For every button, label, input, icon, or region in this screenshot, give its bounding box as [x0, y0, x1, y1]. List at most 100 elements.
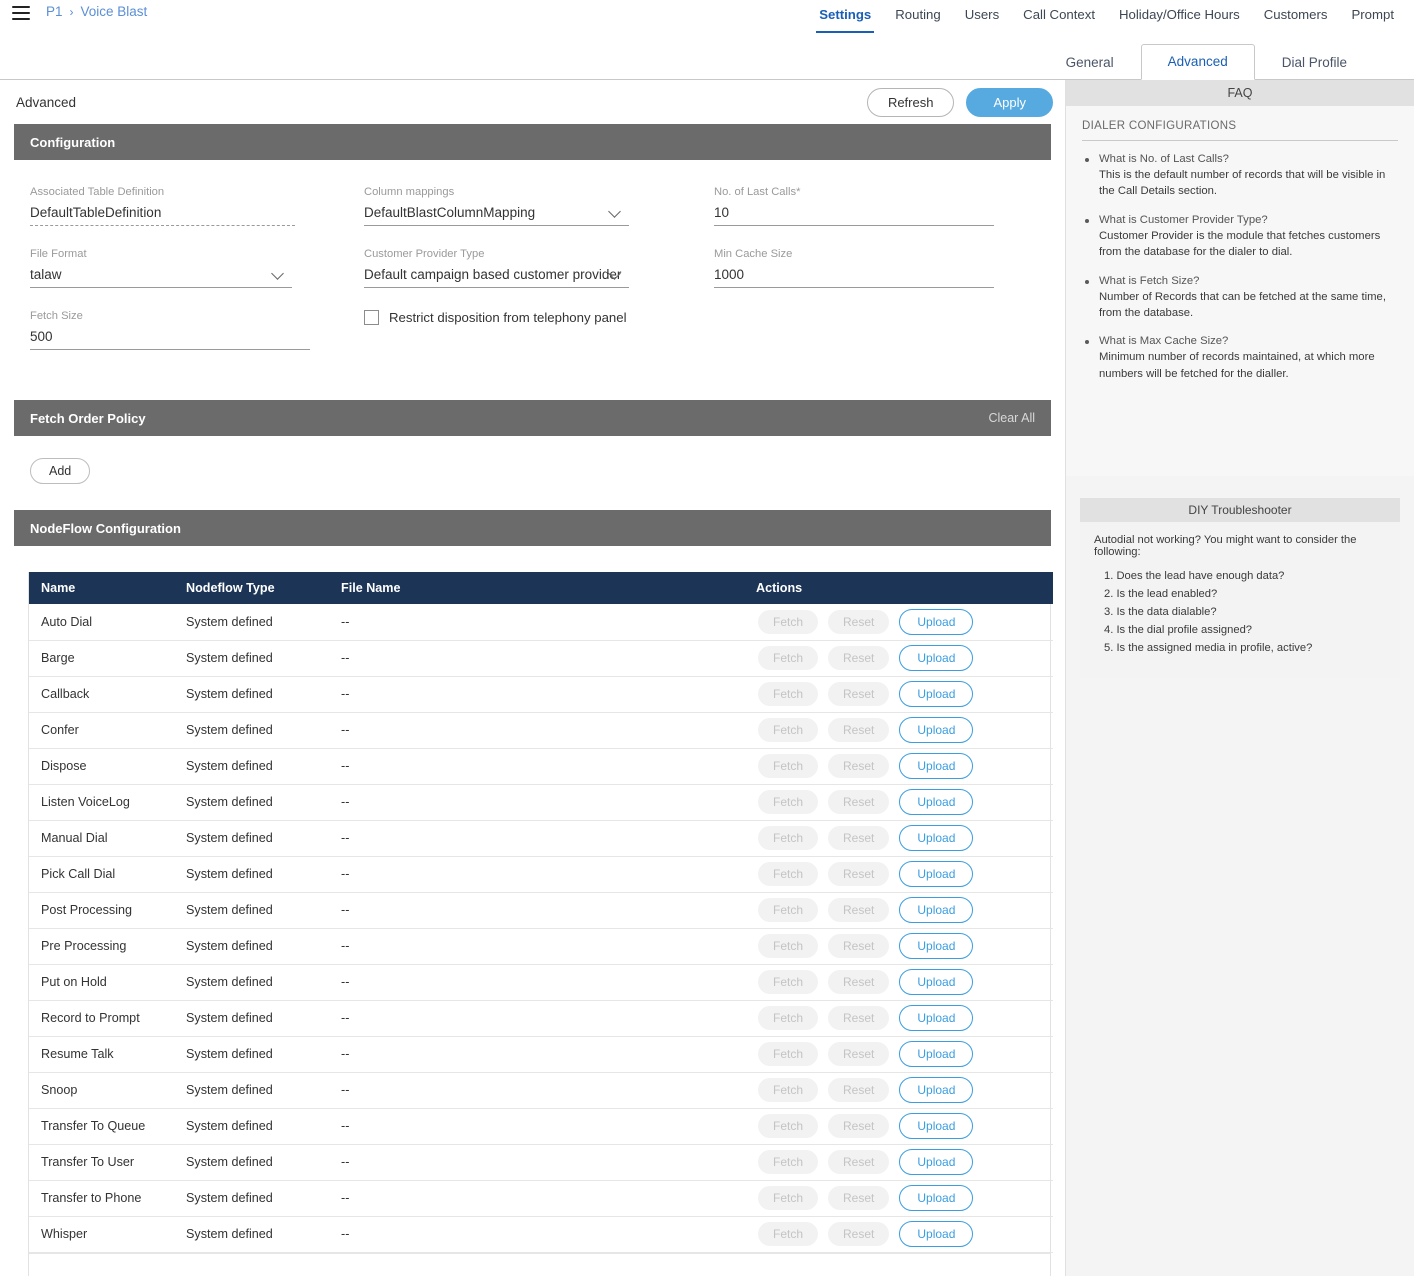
cell-actions: Fetch Reset Upload — [744, 1000, 1053, 1037]
reset-button[interactable]: Reset — [828, 970, 890, 994]
nav-item-customers[interactable]: Customers — [1252, 0, 1340, 30]
nav-item-call-context[interactable]: Call Context — [1011, 0, 1107, 30]
tab-advanced[interactable]: Advanced — [1140, 44, 1255, 80]
row-action-group: Fetch Reset Upload — [756, 645, 1053, 671]
fetch-button[interactable]: Fetch — [758, 970, 819, 994]
reset-button[interactable]: Reset — [828, 1006, 890, 1030]
add-button[interactable]: Add — [30, 458, 91, 484]
hamburger-menu-icon[interactable] — [12, 6, 30, 20]
reset-button[interactable]: Reset — [828, 790, 890, 814]
fetch-button[interactable]: Fetch — [758, 646, 819, 670]
field-restrict-disposition[interactable]: Restrict disposition from telephony pane… — [364, 310, 714, 325]
upload-button[interactable]: Upload — [899, 681, 974, 707]
cell-name: Put on Hold — [29, 964, 174, 1001]
fetch-button[interactable]: Fetch — [758, 1042, 819, 1066]
no-of-last-calls-input[interactable]: 10 — [714, 205, 994, 226]
main-content: Advanced Refresh Apply Configuration Ass… — [0, 80, 1065, 1276]
cell-nodeflow-type: System defined — [174, 748, 329, 785]
field-file-format: File Format talaw — [30, 248, 364, 288]
fetch-button[interactable]: Fetch — [758, 862, 819, 886]
fetch-size-input[interactable]: 500 — [30, 329, 310, 350]
fetch-button[interactable]: Fetch — [758, 1150, 819, 1174]
fetch-button[interactable]: Fetch — [758, 1078, 819, 1102]
reset-button[interactable]: Reset — [828, 646, 890, 670]
apply-button[interactable]: Apply — [966, 87, 1053, 117]
breadcrumb-current[interactable]: Voice Blast — [81, 4, 148, 19]
upload-button[interactable]: Upload — [899, 969, 974, 995]
upload-button[interactable]: Upload — [899, 933, 974, 959]
reset-button[interactable]: Reset — [828, 1114, 890, 1138]
upload-button[interactable]: Upload — [899, 1221, 974, 1247]
clear-all-button[interactable]: Clear All — [988, 411, 1035, 425]
field-fetch-size: Fetch Size 500 — [30, 310, 364, 350]
cell-actions: Fetch Reset Upload — [744, 784, 1053, 821]
upload-button[interactable]: Upload — [899, 1005, 974, 1031]
nav-item-users[interactable]: Users — [953, 0, 1011, 30]
cell-actions: Fetch Reset Upload — [744, 1144, 1053, 1181]
fetch-button[interactable]: Fetch — [758, 898, 819, 922]
fetch-button[interactable]: Fetch — [758, 1114, 819, 1138]
cell-file-name: -- — [329, 928, 744, 965]
reset-button[interactable]: Reset — [828, 1078, 890, 1102]
tab-dial-profile[interactable]: Dial Profile — [1255, 45, 1374, 80]
column-mappings-select[interactable]: DefaultBlastColumnMapping — [364, 205, 629, 226]
reset-button[interactable]: Reset — [828, 754, 890, 778]
upload-button[interactable]: Upload — [899, 608, 974, 635]
nodeflow-configuration-section-title: NodeFlow Configuration — [30, 520, 181, 536]
upload-button[interactable]: Upload — [899, 1113, 974, 1139]
fetch-button[interactable]: Fetch — [758, 790, 819, 814]
nav-item-holiday-office-hours[interactable]: Holiday/Office Hours — [1107, 0, 1252, 30]
cell-file-name: -- — [329, 856, 744, 893]
upload-button[interactable]: Upload — [899, 897, 974, 923]
associated-table-definition-input[interactable]: DefaultTableDefinition — [30, 205, 295, 226]
fetch-button[interactable]: Fetch — [758, 718, 819, 742]
fetch-button[interactable]: Fetch — [758, 934, 819, 958]
min-cache-size-input[interactable]: 1000 — [714, 267, 994, 288]
refresh-button[interactable]: Refresh — [866, 87, 955, 117]
upload-button[interactable]: Upload — [899, 1185, 974, 1211]
restrict-disposition-checkbox[interactable] — [364, 310, 379, 325]
upload-button[interactable]: Upload — [899, 1149, 974, 1175]
breadcrumb-root[interactable]: P1 — [46, 4, 63, 19]
nav-item-prompt[interactable]: Prompt — [1339, 0, 1406, 30]
reset-button[interactable]: Reset — [828, 934, 890, 958]
upload-button[interactable]: Upload — [899, 645, 974, 671]
reset-button[interactable]: Reset — [828, 862, 890, 886]
upload-button[interactable]: Upload — [899, 1077, 974, 1103]
upload-button[interactable]: Upload — [899, 753, 974, 779]
file-format-select[interactable]: talaw — [30, 267, 292, 288]
faq-question: What is Max Cache Size? — [1099, 335, 1229, 348]
fetch-button[interactable]: Fetch — [758, 826, 819, 850]
fetch-button[interactable]: Fetch — [758, 1006, 819, 1030]
table-row: Dispose System defined -- Fetch Reset Upload — [29, 748, 1053, 785]
reset-button[interactable]: Reset — [828, 609, 890, 634]
column-mappings-label: Column mappings — [364, 186, 455, 198]
customer-provider-type-select[interactable]: Default campaign based customer provider — [364, 267, 629, 288]
fetch-button[interactable]: Fetch — [758, 609, 819, 634]
reset-button[interactable]: Reset — [828, 898, 890, 922]
diy-intro-text: Autodial not working? You might want to … — [1094, 534, 1357, 558]
upload-button[interactable]: Upload — [899, 1041, 974, 1067]
upload-button[interactable]: Upload — [899, 861, 974, 887]
reset-button[interactable]: Reset — [828, 1186, 890, 1210]
reset-button[interactable]: Reset — [828, 826, 890, 850]
nav-item-routing[interactable]: Routing — [883, 0, 952, 30]
nav-item-settings[interactable]: Settings — [807, 0, 883, 33]
reset-button[interactable]: Reset — [828, 718, 890, 742]
fetch-button[interactable]: Fetch — [758, 1222, 819, 1246]
upload-button[interactable]: Upload — [899, 825, 974, 851]
reset-button[interactable]: Reset — [828, 1150, 890, 1174]
cell-name: Transfer to Phone — [29, 1180, 174, 1217]
faq-list: What is No. of Last Calls? This is the de… — [1082, 153, 1398, 382]
fetch-button[interactable]: Fetch — [758, 1186, 819, 1210]
field-column-mappings: Column mappings DefaultBlastColumnMappin… — [364, 186, 714, 226]
cell-nodeflow-type: System defined — [174, 1072, 329, 1109]
reset-button[interactable]: Reset — [828, 682, 890, 706]
upload-button[interactable]: Upload — [899, 789, 974, 815]
upload-button[interactable]: Upload — [899, 717, 974, 743]
fetch-button[interactable]: Fetch — [758, 682, 819, 706]
fetch-button[interactable]: Fetch — [758, 754, 819, 778]
tab-general[interactable]: General — [1039, 45, 1141, 80]
reset-button[interactable]: Reset — [828, 1042, 890, 1066]
reset-button[interactable]: Reset — [828, 1222, 890, 1246]
